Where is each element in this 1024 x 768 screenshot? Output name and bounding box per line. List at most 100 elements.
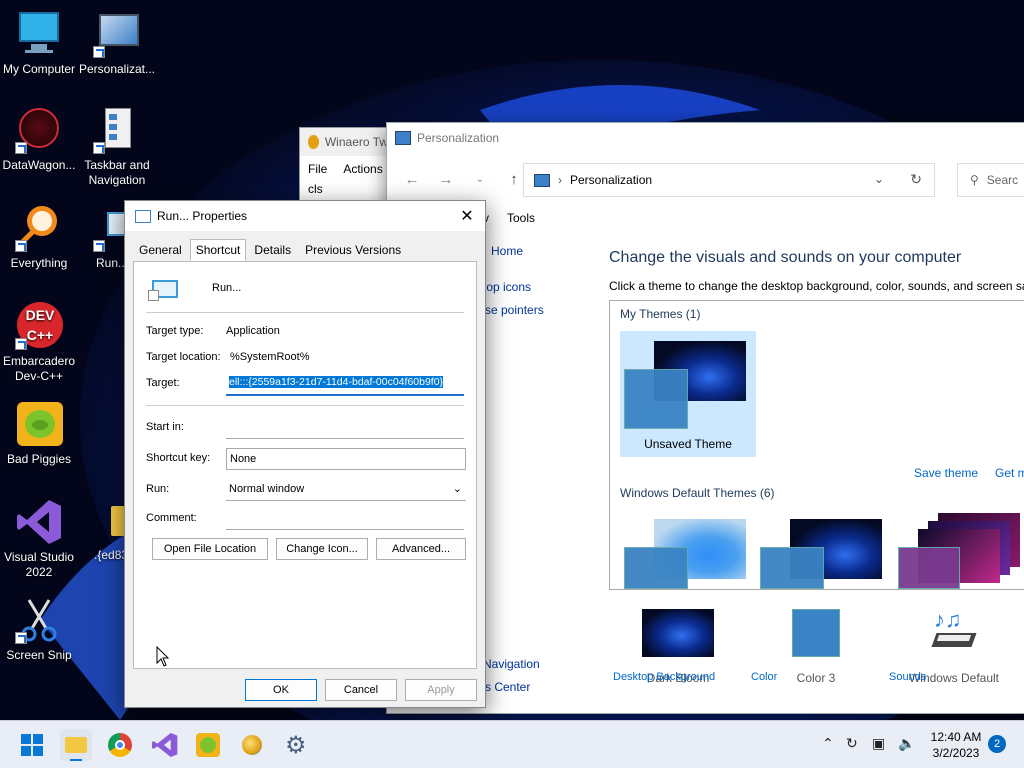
desktop-icon-visual-studio[interactable]: Visual Studio 2022	[0, 498, 78, 580]
winaero-titlebar[interactable]: Winaero Tw	[300, 128, 388, 156]
link-control-panel-home[interactable]: Home	[491, 244, 523, 258]
tab-previous-versions[interactable]: Previous Versions	[299, 239, 407, 261]
theme-color-swatch	[760, 547, 824, 589]
run-select[interactable]: Normal window ⌄	[226, 479, 466, 501]
advanced-button[interactable]: Advanced...	[376, 538, 466, 560]
bad-piggies-taskbar-button[interactable]	[192, 729, 224, 761]
visual-studio-taskbar-button[interactable]	[148, 729, 180, 761]
shortcut-name: Run...	[212, 282, 242, 294]
file-explorer-taskbar-button[interactable]	[60, 729, 92, 761]
color-setting[interactable]: Color Color 3	[751, 609, 881, 685]
shortcut-panel: Run... Target type: Application Target l…	[133, 261, 477, 669]
link-ease-of-access[interactable]: s Center	[485, 680, 530, 694]
chevron-up-icon[interactable]: ⌃	[822, 735, 834, 752]
comment-input[interactable]	[226, 508, 464, 530]
default-themes-header: Windows Default Themes (6)	[620, 486, 775, 500]
chrome-taskbar-button[interactable]	[104, 729, 136, 761]
chevron-down-icon[interactable]: ⌄	[874, 172, 884, 186]
forward-arrow-icon[interactable]: →	[433, 171, 459, 188]
theme-color-swatch	[898, 547, 960, 589]
visual-studio-icon	[152, 733, 178, 757]
desktop-icon-bad-piggies[interactable]: Bad Piggies	[0, 400, 78, 467]
magnifier-icon	[15, 204, 63, 252]
dialog-titlebar[interactable]: Run... Properties	[125, 201, 485, 231]
get-more-themes-link[interactable]: Get m	[995, 466, 1024, 480]
winaero-window[interactable]: Winaero Tw File Actions cls	[299, 127, 389, 207]
desktop-icon-everything[interactable]: Everything	[0, 204, 78, 271]
winaero-tree-item[interactable]: cls	[308, 182, 323, 196]
personalization-title: Personalization	[417, 131, 500, 145]
page-title: Change the visuals and sounds on your co…	[609, 249, 962, 266]
desktop-icon-label: Screen Snip	[6, 648, 72, 662]
desktop-icon-personalization[interactable]: Personalizat...	[78, 10, 156, 77]
mouse-cursor-icon	[156, 646, 170, 667]
apply-button[interactable]: Apply	[405, 679, 477, 701]
devcpp-icon: DEV C++	[15, 302, 63, 350]
search-input[interactable]: ⚲ Searc	[957, 163, 1024, 197]
monitor-icon	[15, 10, 63, 58]
themes-list[interactable]: My Themes (1) Unsaved Theme Save theme G…	[609, 300, 1024, 590]
volume-icon[interactable]: 🔈	[898, 735, 915, 752]
network-icon[interactable]: ▣	[872, 735, 885, 752]
desktop-icon-datawagon[interactable]: DataWagon...	[0, 106, 78, 173]
change-icon-button[interactable]: Change Icon...	[276, 538, 368, 560]
back-arrow-icon[interactable]: ←	[399, 171, 425, 188]
gear-icon: ⚙	[285, 732, 307, 759]
desktop-icon-devcpp[interactable]: DEV C++ Embarcadero Dev-C++	[0, 302, 78, 384]
personalization-titlebar[interactable]: Personalization	[387, 123, 1024, 153]
menu-actions[interactable]: Actions	[343, 162, 382, 176]
ok-button[interactable]: OK	[245, 679, 317, 701]
personalization-icon	[93, 10, 141, 58]
desktop-icon-label: Embarcadero Dev-C++	[2, 354, 76, 383]
target-location-value: %SystemRoot%	[230, 351, 310, 363]
desktop-icon-label: Visual Studio 2022	[4, 550, 74, 579]
desktop-icon-my-computer[interactable]: My Computer	[0, 10, 78, 77]
close-icon[interactable]: ✕	[457, 206, 477, 226]
tab-details[interactable]: Details	[248, 239, 297, 261]
search-placeholder: Searc	[986, 173, 1019, 187]
menu-tools[interactable]: Tools	[507, 211, 535, 225]
theme-color-swatch	[624, 547, 688, 589]
divider	[146, 405, 464, 406]
settings-taskbar-button[interactable]: ⚙	[280, 729, 312, 761]
run-select-value: Normal window	[229, 483, 305, 495]
menu-file[interactable]: File	[308, 162, 327, 176]
save-theme-link[interactable]: Save theme	[914, 466, 978, 480]
sync-icon[interactable]: ↻	[846, 735, 858, 752]
address-bar[interactable]: › Personalization ⌄ ↻	[523, 163, 935, 197]
cancel-button[interactable]: Cancel	[325, 679, 397, 701]
link-mouse-pointers[interactable]: se pointers	[485, 303, 544, 317]
desktop-icon-label: Taskbar and Navigation	[84, 158, 150, 187]
theme-windows-default-1[interactable]	[624, 519, 748, 589]
sounds-setting[interactable]: ♪♫ Sounds Windows Default	[889, 607, 1019, 685]
link-taskbar-navigation[interactable]: Navigation	[483, 657, 540, 671]
winaero-taskbar-button[interactable]	[236, 729, 268, 761]
link-desktop-icons[interactable]: top icons	[483, 280, 531, 294]
start-in-input[interactable]	[226, 417, 464, 439]
start-button[interactable]	[16, 729, 48, 761]
shortcut-key-input[interactable]: None	[226, 448, 466, 470]
desktop-icon-taskbar-navigation[interactable]: Taskbar and Navigation	[78, 106, 156, 188]
visual-studio-icon	[15, 498, 63, 546]
clock[interactable]: 12:40 AM 3/2/2023	[916, 729, 996, 761]
tab-shortcut[interactable]: Shortcut	[189, 239, 247, 261]
theme-windows-default-2[interactable]	[760, 519, 884, 589]
tab-general[interactable]: General	[133, 239, 188, 261]
properties-dialog[interactable]: Run... Properties ✕ General Shortcut Det…	[124, 200, 486, 708]
desktop-background-icon	[642, 609, 714, 657]
clock-time: 12:40 AM	[930, 730, 982, 744]
desktop-background-setting[interactable]: Desktop Background Dark Bloom	[613, 609, 743, 685]
winaero-title: Winaero Tw	[324, 135, 388, 149]
target-input[interactable]: ell:::{2559a1f3-21d7-11d4-bdaf-00c04f60b…	[226, 374, 464, 396]
recent-dropdown-icon[interactable]: ⌄	[467, 174, 493, 185]
folder-icon	[65, 737, 87, 753]
theme-windows-default-3[interactable]	[898, 513, 1022, 589]
theme-unsaved[interactable]: Unsaved Theme	[620, 331, 756, 457]
target-selected-text: ell:::{2559a1f3-21d7-11d4-bdaf-00c04f60b…	[229, 376, 444, 388]
theme-color-swatch	[624, 369, 688, 429]
open-file-location-button[interactable]: Open File Location	[152, 538, 268, 560]
dialog-tabs: General Shortcut Details Previous Versio…	[133, 239, 409, 261]
notification-badge[interactable]: 2	[988, 735, 1006, 753]
desktop-icon-screen-snip[interactable]: Screen Snip	[0, 596, 78, 663]
refresh-icon[interactable]: ↻	[910, 171, 922, 188]
